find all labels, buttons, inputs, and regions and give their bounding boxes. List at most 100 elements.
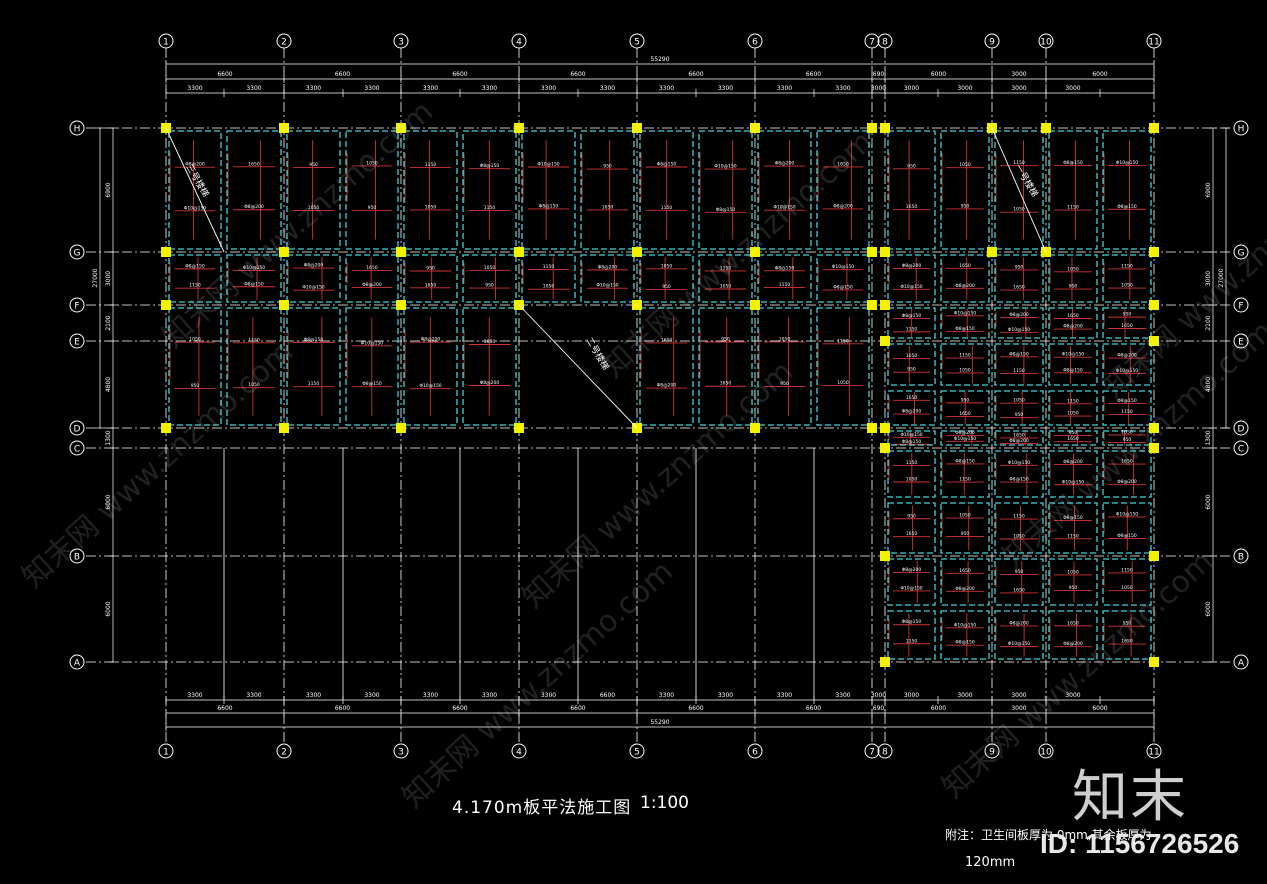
- rebar-label: Φ8@150: [902, 619, 922, 625]
- rebar-label: Φ8@200: [955, 283, 975, 289]
- column: [514, 123, 524, 133]
- rebar-label: Φ10@150: [302, 285, 324, 291]
- dim-right-text: 6000: [1205, 601, 1212, 616]
- dim-bottom-sub-text: 3300: [777, 692, 792, 699]
- axis-label-F: F: [1238, 302, 1243, 312]
- rebar-label: Φ8@200: [480, 380, 500, 386]
- column: [161, 247, 171, 257]
- rebar-label: 950: [1069, 284, 1078, 290]
- rebar-label: 1650: [1013, 285, 1025, 291]
- axis-label-D: D: [1238, 425, 1245, 435]
- rebar-label: 1050: [837, 380, 849, 386]
- beam-outline: [1102, 130, 1152, 250]
- dim-right-text: 6900: [1205, 182, 1212, 197]
- rebar-label: 1650: [959, 263, 971, 269]
- dim-top-sub-text: 3000: [957, 85, 972, 92]
- beam-outline: [345, 254, 399, 303]
- axis-label-1: 1: [163, 38, 169, 48]
- rebar-label: 950: [1069, 585, 1078, 591]
- rebar-label: 950: [961, 203, 970, 209]
- beam-outline: [994, 450, 1044, 498]
- beam-outline: [887, 558, 936, 606]
- axis-label-3: 3: [398, 748, 404, 758]
- rebar-label: Φ8@150: [955, 640, 975, 646]
- rebar-label: Φ8@150: [1063, 160, 1083, 166]
- column: [750, 123, 760, 133]
- rebar-label: Φ8@150: [833, 284, 853, 290]
- dim-bottom-span-text: 690: [873, 705, 885, 712]
- dim-top-total-text: 55290: [650, 56, 669, 63]
- rebar-label: 950: [426, 265, 435, 271]
- rebar-label: 950: [961, 531, 970, 537]
- dim-bottom-sub-text: 3300: [246, 692, 261, 699]
- dim-bottom-sub-text: 3300: [364, 692, 379, 699]
- rebar-label: 1150: [959, 477, 971, 483]
- axis-label-3: 3: [398, 38, 404, 48]
- dim-bottom-span-text: 6600: [570, 705, 585, 712]
- rebar-label: 1050: [1067, 411, 1079, 417]
- dim-bottom-span-text: 6600: [335, 705, 350, 712]
- rebar-label: Φ8@200: [304, 263, 324, 269]
- rebar-label: Φ10@150: [954, 622, 976, 628]
- rebar-label: Φ10@150: [900, 585, 922, 591]
- rebar-label: 1150: [837, 338, 849, 344]
- axis-label-C: C: [1238, 445, 1244, 455]
- rebar-label: 1150: [543, 264, 555, 270]
- rebar-label: Φ8@200: [598, 264, 618, 270]
- rebar-label: 1150: [1067, 205, 1079, 211]
- rebar-label: 1050: [906, 353, 918, 359]
- rebar-label: Φ8@150: [1063, 367, 1083, 373]
- rebar-label: 1050: [906, 477, 918, 483]
- rebar-label: 950: [907, 513, 916, 519]
- dimension-lines: [96, 60, 1230, 731]
- beam-outline: [521, 130, 576, 250]
- beam-outline: [940, 254, 990, 303]
- dim-bottom-span-text: 6600: [452, 705, 467, 712]
- rebar-label: 950: [1123, 312, 1132, 318]
- rebar-label: Φ10@150: [184, 205, 206, 211]
- rebar-label: 1650: [959, 568, 971, 574]
- beam-outline: [757, 254, 812, 303]
- rebar-label: Φ8@150: [955, 458, 975, 464]
- rebar-label: Φ8@200: [1063, 324, 1083, 330]
- dim-top-sub-text: 3300: [423, 85, 438, 92]
- dim-top-sub-text: 3300: [777, 85, 792, 92]
- dim-top-sub-text: 3000: [904, 85, 919, 92]
- axis-label-5: 5: [634, 748, 640, 758]
- dim-top-sub-text: 3000: [871, 85, 886, 92]
- axis-label-B: B: [1238, 553, 1244, 563]
- stair-openings: [165, 127, 1047, 429]
- rebar-label: 1150: [1013, 368, 1025, 374]
- beam-outline: [1048, 307, 1098, 339]
- rebar-label: 1150: [906, 326, 918, 332]
- axis-label-10: 10: [1040, 38, 1052, 48]
- rebar-label: 1050: [484, 265, 496, 271]
- axis-label-7: 7: [869, 748, 875, 758]
- rebar-label: Φ8@200: [833, 203, 853, 209]
- rebar-label: 1650: [366, 265, 378, 271]
- rebar-label: Φ10@150: [1008, 641, 1030, 647]
- dim-top-span-text: 6600: [806, 71, 821, 78]
- rebar-label: 1650: [1067, 436, 1079, 442]
- axis-label-H: H: [74, 125, 81, 135]
- rebar-label: Φ8@200: [362, 282, 382, 288]
- beam-outline: [816, 254, 870, 303]
- rebar-label: 1150: [661, 205, 673, 211]
- dim-top-sub-text: 3300: [718, 85, 733, 92]
- dim-top-sub-text: 3300: [306, 85, 321, 92]
- rebar-label: 1650: [1013, 587, 1025, 593]
- axis-label-11: 11: [1148, 38, 1159, 48]
- rebar-label: 1150: [906, 460, 918, 466]
- dim-top-span-text: 6600: [217, 71, 232, 78]
- rebar-label: Φ10@150: [714, 164, 736, 170]
- rebar-label: 950: [907, 367, 916, 373]
- dim-bottom-span-text: 6600: [217, 705, 232, 712]
- dim-top-span-text: 6600: [570, 71, 585, 78]
- axis-label-D: D: [74, 425, 81, 435]
- rebar-label: 950: [603, 164, 612, 170]
- column: [867, 300, 877, 310]
- dim-left-text: 1300: [105, 430, 112, 445]
- beam-outline: [286, 307, 341, 426]
- rebar-label: 1650: [425, 282, 437, 288]
- rebar-label: Φ8@200: [1009, 620, 1029, 626]
